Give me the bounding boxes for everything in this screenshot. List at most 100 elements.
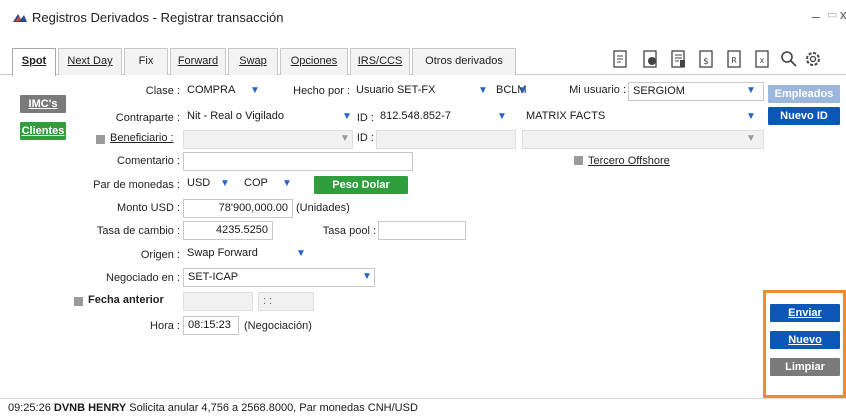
tab-label: Forward	[177, 55, 219, 67]
fecha-anterior-date[interactable]	[183, 292, 253, 311]
limpiar-button[interactable]: Limpiar	[770, 358, 840, 376]
fecha-anterior-checkbox[interactable]	[74, 297, 83, 306]
chevron-down-icon[interactable]: ▼	[296, 248, 306, 259]
svg-text:x: x	[760, 56, 765, 65]
tab-spot[interactable]: Spot	[12, 48, 56, 76]
id-label-2: ID :	[356, 132, 374, 144]
tab-otros-derivados[interactable]: Otros derivados	[412, 48, 516, 75]
tab-label: Next Day	[67, 55, 113, 67]
tab-fix[interactable]: Fix	[124, 48, 168, 75]
tab-next-day[interactable]: Next Day	[58, 48, 122, 75]
title-bar: Registros Derivados - Registrar transacc…	[0, 0, 846, 36]
settings-icon[interactable]	[804, 50, 821, 68]
currency-document-icon[interactable]: $	[698, 50, 715, 68]
clientes-label: Clientes	[21, 125, 65, 137]
peso-dolar-button[interactable]: Peso Dolar	[314, 176, 408, 194]
nuevo-button[interactable]: Nuevo	[770, 331, 840, 349]
chevron-down-icon[interactable]: ▼	[746, 85, 756, 96]
tab-label: IRS/CCS	[357, 55, 403, 67]
minimize-button[interactable]: –	[812, 8, 822, 24]
comentario-input[interactable]	[183, 152, 413, 171]
search-icon[interactable]	[780, 50, 797, 68]
fecha-anterior-time[interactable]: : :	[258, 292, 314, 311]
hecho-por-label: Hecho por :	[293, 85, 350, 97]
beneficiario-select[interactable]	[183, 130, 353, 149]
nuevo-id-button[interactable]: Nuevo ID	[768, 107, 840, 125]
chevron-down-icon[interactable]: ▼	[362, 271, 372, 282]
tercero-offshore-checkbox[interactable]	[574, 156, 583, 165]
status-text: Solicita anular 4,756 a 2568.8000, Par m…	[129, 402, 418, 414]
empleados-label: Empleados	[774, 88, 834, 100]
imcs-button[interactable]: IMC's	[20, 95, 66, 113]
chevron-down-icon[interactable]: ▼	[220, 178, 230, 189]
chevron-down-icon[interactable]: ▼	[497, 111, 507, 122]
nuevo-label: Nuevo	[788, 334, 822, 346]
user-document-icon[interactable]	[642, 50, 659, 68]
mi-usuario-select[interactable]: SERGIOM	[628, 82, 764, 101]
chevron-down-icon[interactable]: ▼	[250, 85, 260, 96]
imcs-label: IMC's	[28, 98, 58, 110]
tab-label: Fix	[138, 55, 154, 67]
id-select[interactable]: 812.548.852-7	[376, 108, 512, 127]
status-message: 09:25:26 DVNB HENRY Solicita anular 4,75…	[8, 402, 418, 414]
tercero-offshore-text: Tercero Offshore	[588, 155, 670, 167]
mi-usuario-label: Mi usuario :	[569, 84, 626, 96]
x-document-icon[interactable]: x	[754, 50, 771, 68]
tasa-pool-input[interactable]	[378, 221, 466, 240]
hora-label: Hora :	[150, 320, 180, 332]
tasa-pool-label: Tasa pool :	[322, 225, 376, 237]
chevron-down-icon[interactable]: ▼	[746, 111, 756, 122]
maximize-button[interactable]: ▭	[827, 8, 837, 21]
tab-bar: Spot Next Day Fix Forward Swap Opciones …	[0, 40, 846, 76]
tab-label: Otros derivados	[425, 55, 503, 67]
beneficiario-checkbox[interactable]	[96, 135, 105, 144]
window-title: Registros Derivados - Registrar transacc…	[32, 10, 284, 25]
contraparte-select[interactable]: Nit - Real o Vigilado	[183, 108, 351, 127]
list-document-icon[interactable]	[670, 50, 687, 68]
status-time: 09:25:26	[8, 402, 51, 414]
negociado-label: Negociado en :	[106, 272, 180, 284]
app-logo-icon	[13, 14, 27, 22]
beneficiario-label-text: Beneficiario :	[110, 132, 174, 144]
chevron-down-icon[interactable]: ▼	[478, 85, 488, 96]
enviar-button[interactable]: Enviar	[770, 304, 840, 322]
svg-text:R: R	[731, 56, 737, 65]
tercero-offshore-label: Tercero Offshore	[588, 155, 670, 167]
chevron-down-icon[interactable]: ▼	[342, 111, 352, 122]
comentario-label: Comentario :	[117, 155, 180, 167]
chevron-down-icon[interactable]: ▼	[340, 133, 350, 144]
origen-select[interactable]: Swap Forward	[183, 245, 307, 264]
tab-label: Swap	[239, 55, 267, 67]
negociado-select[interactable]: SET-ICAP	[183, 268, 375, 287]
origen-label: Origen :	[140, 249, 180, 261]
id-select-2[interactable]	[376, 130, 516, 149]
monto-label: Monto USD :	[117, 202, 180, 214]
tasa-cambio-input[interactable]: 4235.5250	[183, 221, 273, 240]
nuevo-id-label: Nuevo ID	[780, 110, 828, 122]
tab-opciones[interactable]: Opciones	[280, 48, 348, 75]
hecho-por-select[interactable]: Usuario SET-FX	[352, 82, 490, 101]
chevron-down-icon[interactable]: ▼	[518, 85, 528, 96]
tab-forward[interactable]: Forward	[170, 48, 226, 75]
tab-irs-ccs[interactable]: IRS/CCS	[350, 48, 410, 75]
tab-swap[interactable]: Swap	[228, 48, 278, 75]
hora-suffix: (Negociación)	[244, 320, 312, 332]
tab-label: Spot	[21, 55, 47, 67]
tasa-cambio-label: Tasa de cambio :	[96, 225, 180, 237]
contraparte-name-select[interactable]: MATRIX FACTS	[522, 108, 764, 127]
chevron-down-icon[interactable]: ▼	[746, 133, 756, 144]
hora-input[interactable]: 08:15:23	[183, 316, 239, 335]
r-document-icon[interactable]: R	[726, 50, 743, 68]
par-monedas-label: Par de monedas :	[93, 179, 180, 191]
close-button[interactable]: x	[840, 7, 846, 22]
edit-document-icon[interactable]	[612, 50, 629, 68]
clientes-button[interactable]: Clientes	[20, 122, 66, 140]
monto-input[interactable]: 78'900,000.00	[183, 199, 293, 218]
monto-unit: (Unidades)	[296, 202, 350, 214]
empleados-button[interactable]: Empleados	[768, 85, 840, 103]
enviar-label: Enviar	[788, 307, 822, 319]
fecha-anterior-label: Fecha anterior	[88, 294, 164, 306]
id-label: ID :	[356, 112, 374, 124]
chevron-down-icon[interactable]: ▼	[282, 178, 292, 189]
beneficiario-name-select[interactable]	[522, 130, 764, 149]
